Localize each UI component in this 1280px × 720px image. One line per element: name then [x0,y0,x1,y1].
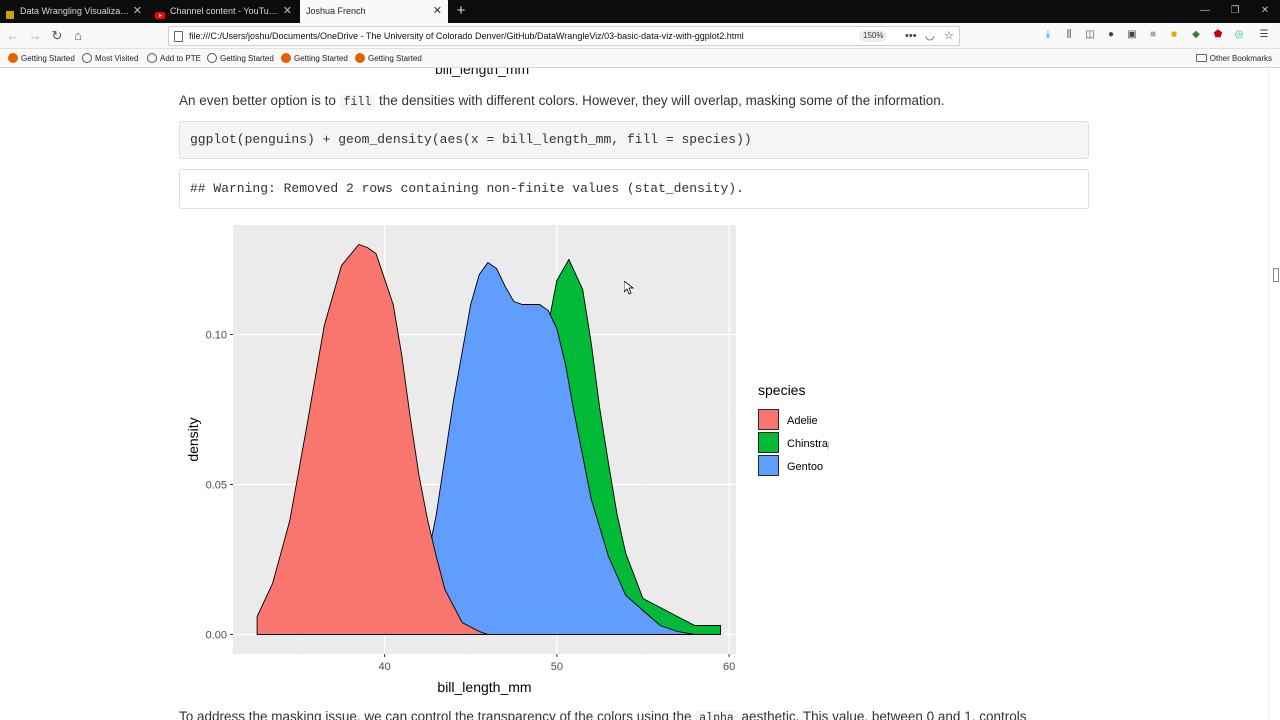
url-text[interactable]: file:///C:/Users/joshu/Documents/OneDriv… [189,27,744,45]
bookmark-label: Getting Started [220,54,274,63]
gear-icon [82,53,92,63]
nav-bar: ← → ↻ ⌂ file:///C:/Users/joshu/Documents… [0,23,1280,49]
url-bar[interactable]: file:///C:/Users/joshu/Documents/OneDriv… [168,26,960,46]
legend-key-adelie [758,409,779,430]
partial-heading: bill_length_mm [435,68,530,77]
bookmark-label: Other Bookmarks [1209,54,1272,63]
browser-window: Data Wrangling Visualization l ✕ Channel… [0,0,1280,720]
bookmark-label: Getting Started [21,54,75,63]
inline-code: alpha [695,711,738,720]
sidebar-icon[interactable]: ◫ [1083,28,1097,42]
x-axis-label: bill_length_mm [437,679,531,695]
bookmark-label: Most Visited [95,54,139,63]
youtube-icon [155,6,165,19]
legend-label: Gentoo [787,461,823,473]
globe-icon [147,53,157,63]
page-content: bill_length_mm An even better option is … [0,68,1280,720]
extension-icon[interactable]: ● [1104,28,1118,42]
extension-icon[interactable]: ◆ [1189,28,1203,42]
bookmark-item[interactable]: Getting Started [355,49,422,68]
tab-data-wrangling[interactable]: Data Wrangling Visualization l ✕ [0,0,148,23]
tab-label: Joshua French [306,6,366,16]
tab-label: Data Wrangling Visualization l [20,6,130,16]
bookmark-label: Add to PTE [160,54,201,63]
mouse-cursor-icon [624,281,634,295]
scrollbar-thumb[interactable] [1273,268,1279,282]
firefox-icon [281,53,291,63]
x-tick-label: 50 [551,661,563,673]
tab-strip: Data Wrangling Visualization l ✕ Channel… [0,0,1280,23]
reload-icon[interactable]: ↻ [48,27,66,45]
legend-label: Adelie [787,415,818,427]
bookmark-label: Getting Started [368,54,422,63]
inline-code: fill [339,95,376,110]
extension-icon[interactable]: ▣ [1125,28,1139,42]
bookmark-item[interactable]: Add to PTE [147,49,201,68]
bookmark-item[interactable]: Getting Started [207,49,274,68]
tab-favicon-icon [5,6,15,19]
download-icon[interactable]: ⤓ [1041,28,1055,42]
firefox-icon [355,53,365,63]
close-tab-icon[interactable]: ✕ [433,0,442,23]
density-plot: 0.00 0.05 0.10 40 50 60 bill_length_mm density s… [185,225,829,695]
paragraph-text: the densities with different colors. How… [375,93,945,108]
bookmark-star-icon[interactable]: ☆ [944,27,954,45]
y-tick-label: 0.05 [206,480,227,492]
home-icon[interactable]: ⌂ [69,27,87,45]
menu-icon[interactable]: ☰ [1257,28,1271,42]
grammarly-icon[interactable]: ◎ [1232,28,1246,42]
page-icon [174,31,183,42]
y-tick-label: 0.00 [206,630,227,642]
paragraph: An even better option is to fill the den… [179,93,945,111]
globe-icon [207,53,217,63]
close-tab-icon[interactable]: ✕ [133,0,142,23]
extension-icon[interactable]: ■ [1167,28,1181,42]
y-tick-label: 0.10 [206,330,227,342]
close-window-icon[interactable]: ✕ [1250,0,1280,23]
library-icon[interactable]: ⫼ [1062,28,1076,42]
pocket-icon[interactable]: ◡ [925,27,935,45]
legend-key-chinstrap [758,432,779,453]
code-text: ggplot(penguins) + geom_density(aes(x = … [190,132,752,147]
bottom-paragraph: To address the masking issue, we can con… [179,709,1026,720]
output-text: ## Warning: Removed 2 rows containing no… [190,181,744,196]
bookmarks-bar: Getting Started Most Visited Add to PTE … [0,49,1280,68]
firefox-icon [8,53,18,63]
output-block: ## Warning: Removed 2 rows containing no… [179,169,1089,209]
tab-label: Channel content - YouTube St [170,6,280,16]
legend-title: species [758,382,805,398]
legend-label: Chinstrap [787,438,829,450]
close-tab-icon[interactable]: ✕ [283,0,292,23]
forward-icon[interactable]: → [26,27,44,45]
zoom-indicator[interactable]: 150% [859,30,888,42]
minimize-icon[interactable]: — [1190,0,1220,23]
extension-icon[interactable]: ■ [1146,28,1160,42]
code-block: ggplot(penguins) + geom_density(aes(x = … [179,121,1089,159]
paragraph-text: An even better option is to [179,93,340,108]
restore-icon[interactable]: ❐ [1220,0,1250,23]
bookmark-item[interactable]: Most Visited [82,49,138,68]
x-tick-label: 60 [723,661,735,673]
paragraph-text: To address the masking issue, we can con… [179,709,696,720]
bookmark-item[interactable]: Getting Started [8,49,75,68]
y-axis-label: density [185,417,201,461]
x-tick-label: 40 [378,661,390,673]
bookmark-label: Getting Started [294,54,348,63]
tab-youtube[interactable]: Channel content - YouTube St ✕ [150,0,298,23]
legend-key-gentoo [758,455,779,476]
back-icon[interactable]: ← [4,27,22,45]
scrollbar[interactable] [1268,68,1280,720]
bookmark-item[interactable]: Getting Started [281,49,348,68]
new-tab-button[interactable]: + [453,0,469,23]
shield-icon[interactable]: ⬟ [1211,28,1225,42]
other-bookmarks[interactable]: Other Bookmarks [1195,49,1272,68]
folder-icon [1195,54,1207,62]
tab-joshua-french[interactable]: Joshua French ✕ [300,0,448,23]
page-actions-icon[interactable]: ••• [905,27,917,45]
paragraph-text: aesthetic. This value, between 0 and 1, … [737,709,1027,720]
